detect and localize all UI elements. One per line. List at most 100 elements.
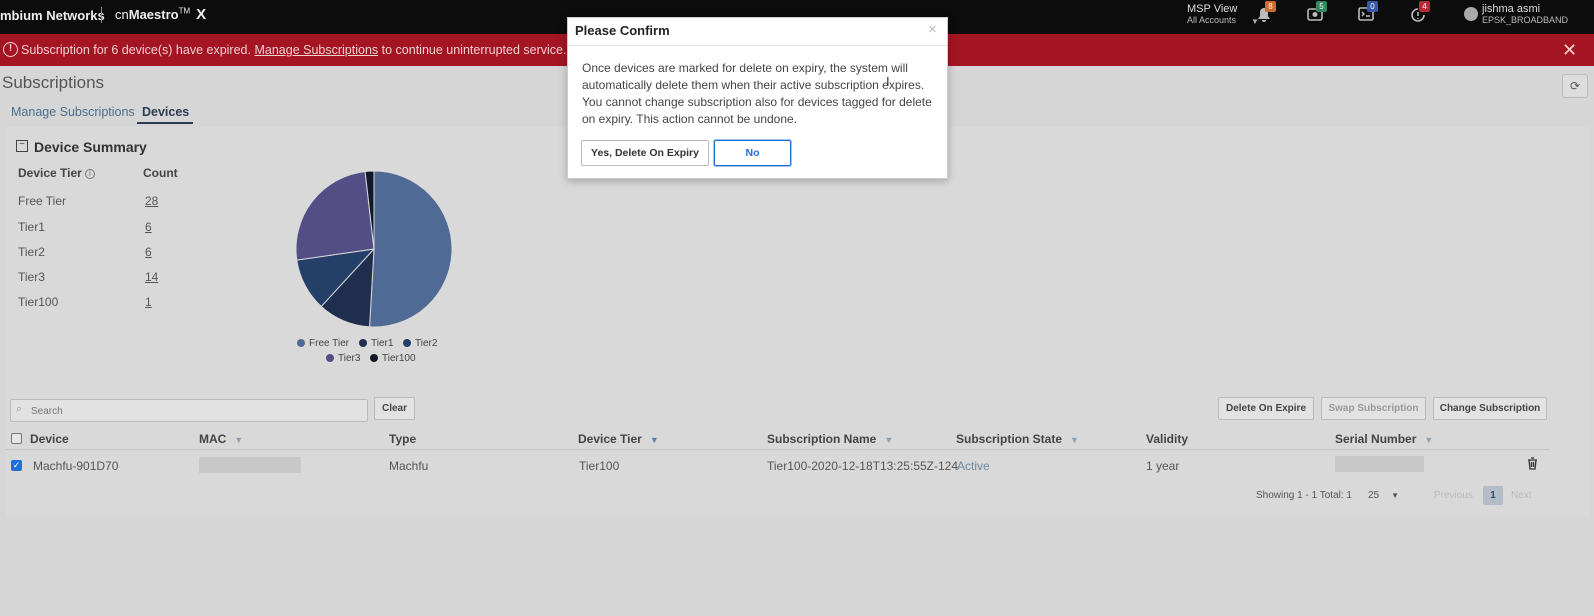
legend-dot-icon (403, 339, 411, 347)
column-header-serial-number[interactable]: Serial Number ▼ (1335, 432, 1433, 446)
no-button[interactable]: No (714, 140, 791, 166)
search-icon: ⌕ (16, 403, 23, 415)
tier-count-link[interactable]: 14 (145, 270, 158, 284)
tier-count-link[interactable]: 6 (145, 245, 152, 259)
msp-view-selector[interactable]: MSP View All Accounts ▼ (1187, 3, 1259, 27)
devices-badge: 5 (1316, 1, 1327, 12)
legend-item[interactable]: Tier3 (326, 353, 360, 364)
legend-item[interactable]: Free Tier (297, 338, 349, 349)
serial-number-cell-redacted (1335, 456, 1424, 472)
refresh-icon[interactable]: ⟳ (1562, 74, 1588, 98)
legend-item[interactable]: Tier1 (359, 338, 393, 349)
msp-view-label: MSP View (1187, 3, 1238, 15)
column-header-device-tier[interactable]: Device Tier ▼ (578, 432, 659, 446)
legend-dot-icon (359, 339, 367, 347)
column-header-mac[interactable]: MAC ▼ (199, 432, 243, 446)
tab-manage-subscriptions[interactable]: Manage Subscriptions (11, 105, 135, 119)
brand-separator (101, 7, 102, 23)
tier-label: Free Tier (18, 194, 67, 208)
text-cursor-icon: I (886, 74, 890, 89)
product-name: Maestro (128, 7, 179, 22)
legend-label: Free Tier (309, 338, 350, 349)
tier-cell: Tier100 (579, 459, 620, 473)
type-cell: Machfu (389, 459, 429, 473)
device-cell[interactable]: Machfu-901D70 (33, 459, 118, 473)
pager-showing: Showing 1 - 1 Total: 1 (1256, 490, 1352, 501)
legend-item[interactable]: Tier2 (403, 338, 437, 349)
tier-label: Tier1 (18, 220, 45, 234)
close-icon[interactable]: ✕ (1562, 40, 1577, 61)
change-subscription-button[interactable]: Change Subscription (1433, 397, 1547, 420)
device-summary-title: Device Summary (34, 139, 147, 155)
page-size-select[interactable]: 25 ▼ (1368, 490, 1399, 501)
filter-icon[interactable]: ▼ (1424, 435, 1433, 445)
filter-icon[interactable]: ▼ (1070, 435, 1079, 445)
tier-count-link[interactable]: 28 (145, 194, 158, 208)
alarms-badge: 4 (1419, 1, 1430, 12)
confirm-dialog: Please Confirm × Once devices are marked… (567, 17, 948, 179)
product-tm: TM (178, 6, 191, 16)
pie-slice-free-tier[interactable] (369, 170, 453, 328)
row-checkbox[interactable]: ✓ (11, 460, 22, 471)
mac-cell-redacted (199, 457, 301, 473)
dialog-divider (568, 45, 947, 46)
user-menu[interactable]: jishma asmi EPSK_BROADBAND (1464, 3, 1568, 26)
search-input[interactable] (31, 403, 361, 419)
device-tier-pie-chart (295, 170, 453, 328)
terminal-icon[interactable]: 0 (1357, 1, 1378, 25)
tier-label: Tier2 (18, 245, 45, 259)
tier-count-link[interactable]: 6 (145, 220, 152, 234)
swap-subscription-button[interactable]: Swap Subscription (1321, 397, 1426, 420)
active-tab-indicator (137, 122, 193, 124)
next-page-button[interactable]: Next (1511, 490, 1532, 501)
tier-count-link[interactable]: 1 (145, 295, 152, 309)
page-number-button[interactable]: 1 (1483, 486, 1503, 505)
devices-icon[interactable]: 5 (1306, 1, 1327, 25)
validity-cell: 1 year (1146, 459, 1180, 473)
count-header: Count (143, 166, 178, 180)
user-name: jishma asmi (1482, 3, 1541, 15)
brand-name: mbium Networks (0, 8, 105, 23)
alert-text: Subscription for 6 device(s) have expire… (21, 43, 566, 57)
notifications-bell-icon[interactable]: 8 (1255, 1, 1276, 25)
legend-item[interactable]: Tier100 (370, 353, 416, 364)
column-header-subscription-name[interactable]: Subscription Name ▼ (767, 432, 893, 446)
notifications-badge: 8 (1265, 1, 1276, 12)
previous-page-button[interactable]: Previous (1434, 490, 1473, 501)
legend-label: Tier2 (415, 338, 438, 349)
dialog-title: Please Confirm (575, 23, 670, 38)
terminal-badge: 0 (1367, 1, 1378, 12)
collapse-icon[interactable]: − (16, 140, 28, 152)
legend-dot-icon (370, 354, 378, 362)
column-header-device[interactable]: Device (30, 432, 69, 446)
search-box[interactable]: ⌕ (10, 399, 368, 422)
legend-dot-icon (297, 339, 305, 347)
clear-button[interactable]: Clear (374, 397, 415, 420)
legend-label: Tier100 (382, 353, 416, 364)
delete-on-expire-button[interactable]: Delete On Expire (1218, 397, 1314, 420)
info-icon[interactable]: i (84, 168, 95, 179)
yes-delete-on-expiry-button[interactable]: Yes, Delete On Expiry (581, 140, 709, 166)
legend-label: Tier1 (371, 338, 394, 349)
filter-icon[interactable]: ▼ (884, 435, 893, 445)
product-x: X (196, 6, 207, 23)
alert-text-after: to continue uninterrupted service. (381, 43, 567, 57)
manage-subscriptions-link[interactable]: Manage Subscriptions (254, 43, 378, 57)
tier-label: Tier3 (18, 270, 45, 284)
alarms-icon[interactable]: 4 (1409, 1, 1430, 25)
chevron-down-icon: ▼ (1391, 491, 1400, 500)
trash-icon[interactable] (1527, 457, 1538, 470)
close-icon[interactable]: × (928, 21, 937, 38)
filter-icon[interactable]: ▼ (234, 435, 243, 445)
column-header-type[interactable]: Type (389, 432, 416, 446)
column-header-validity[interactable]: Validity (1146, 432, 1188, 446)
filter-icon[interactable]: ▼ (650, 435, 659, 445)
select-all-checkbox[interactable] (11, 433, 22, 444)
product-logo[interactable]: cnMaestroTM X (115, 6, 206, 23)
tab-devices[interactable]: Devices (142, 105, 189, 119)
alert-exclamation-icon: ! (3, 42, 18, 57)
pie-slice-tier3[interactable] (295, 170, 375, 261)
tier-label: Tier100 (18, 295, 59, 309)
legend-dot-icon (326, 354, 334, 362)
column-header-subscription-state[interactable]: Subscription State ▼ (956, 432, 1079, 446)
